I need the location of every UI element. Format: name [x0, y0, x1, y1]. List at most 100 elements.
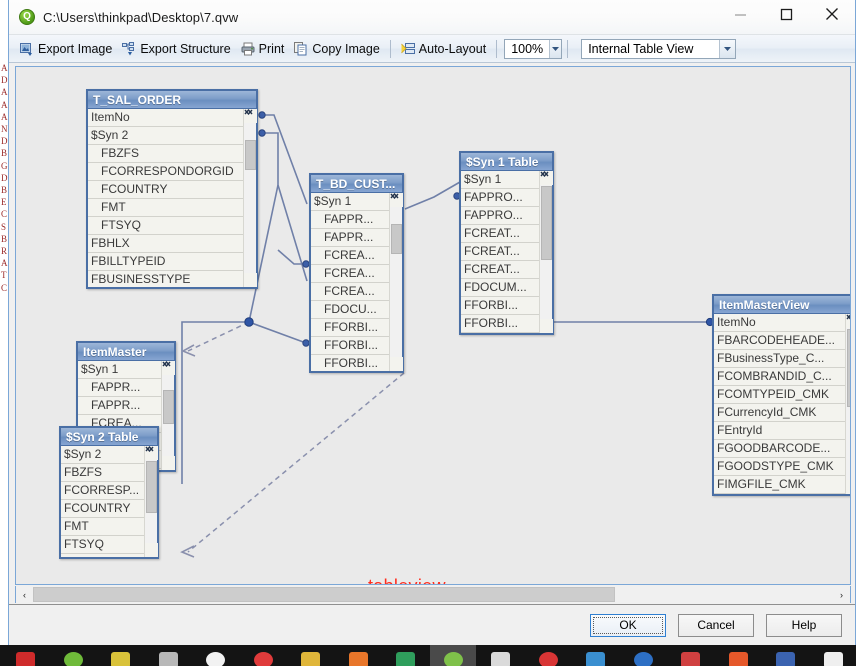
taskbar-item[interactable]	[382, 645, 429, 666]
scrollbar-thumb[interactable]	[145, 461, 157, 513]
table-title[interactable]: ItemMaster	[78, 343, 174, 361]
help-button[interactable]: Help	[766, 613, 842, 637]
ok-button[interactable]: OK	[590, 613, 666, 637]
table-field-row[interactable]: FEntryId	[714, 422, 845, 440]
scrollbar-track[interactable]	[145, 513, 158, 543]
table-box-t-sal-order[interactable]: T_SAL_ORDER ItemNo $Syn 2 FBZFS FCORRESPONDO…	[86, 89, 258, 289]
taskbar-item-active[interactable]	[429, 645, 476, 666]
table-field-row[interactable]: FBHLX	[88, 235, 243, 253]
table-field-row[interactable]: $Syn 1	[78, 361, 161, 379]
export-image-button[interactable]: Export Image	[15, 38, 117, 60]
table-field-row[interactable]: FBusinessType_C...	[714, 350, 845, 368]
table-vertical-scrollbar[interactable]	[539, 171, 553, 333]
cancel-button[interactable]: Cancel	[678, 613, 754, 637]
zoom-select[interactable]: 100%	[504, 38, 563, 59]
taskbar-item[interactable]	[192, 645, 239, 666]
table-field-row[interactable]: FAPPRO...	[461, 207, 539, 225]
taskbar-item[interactable]	[335, 645, 382, 666]
table-field-row[interactable]: FMT	[61, 518, 144, 536]
table-box-syn1-table[interactable]: $Syn 1 Table $Syn 1 FAPPRO... FAPPRO... FCRE…	[459, 151, 554, 335]
table-field-row[interactable]: FCREA...	[311, 265, 389, 283]
table-title[interactable]: T_BD_CUST...	[311, 175, 402, 193]
taskbar-item[interactable]	[240, 645, 287, 666]
taskbar-item[interactable]	[810, 645, 856, 666]
table-field-row[interactable]: $Syn 1	[461, 171, 539, 189]
table-field-row[interactable]: FMT	[88, 199, 243, 217]
table-field-row[interactable]: FAPPR...	[78, 379, 161, 397]
export-structure-button[interactable]: Export Structure	[117, 38, 235, 60]
table-field-row[interactable]: FCOUNTRY	[61, 500, 144, 518]
minimize-icon[interactable]	[717, 0, 763, 28]
scrollbar-track[interactable]	[846, 407, 851, 480]
taskbar-item[interactable]	[525, 645, 572, 666]
view-mode-select[interactable]: Internal Table View	[581, 38, 737, 59]
table-field-row[interactable]: FAPPR...	[311, 229, 389, 247]
table-field-row[interactable]: FIMGFILE_CMK	[714, 476, 845, 494]
chevron-down-icon[interactable]	[144, 446, 158, 557]
taskbar-item[interactable]	[97, 645, 144, 666]
table-field-row[interactable]: FGOODBARCODE...	[714, 440, 845, 458]
scrollbar-track[interactable]	[540, 260, 553, 319]
table-vertical-scrollbar[interactable]	[389, 193, 403, 371]
table-field-row[interactable]: FFORBI...	[311, 337, 389, 355]
scrollbar-thumb[interactable]	[244, 140, 256, 170]
scrollbar-thumb[interactable]	[390, 224, 402, 254]
scroll-left-icon[interactable]: ‹	[16, 586, 33, 603]
print-button[interactable]: Print	[236, 38, 290, 60]
table-field-row[interactable]: FFORBI...	[311, 319, 389, 337]
table-field-row[interactable]: ItemNo	[88, 109, 243, 127]
table-field-row[interactable]: FTSYQ	[88, 217, 243, 235]
table-field-row[interactable]: FCOMTYPEID_CMK	[714, 386, 845, 404]
scrollbar-track[interactable]	[244, 170, 257, 273]
table-field-row[interactable]: FAPPR...	[78, 397, 161, 415]
chevron-down-icon[interactable]	[549, 39, 562, 58]
table-field-row[interactable]: FCREAT...	[461, 261, 539, 279]
table-field-row[interactable]: FCOUNTRY	[88, 181, 243, 199]
taskbar-item[interactable]	[287, 645, 334, 666]
table-vertical-scrollbar[interactable]	[144, 446, 158, 557]
table-box-syn2-table[interactable]: $Syn 2 Table $Syn 2 FBZFS FCORRESP... FCOUNT…	[59, 426, 159, 559]
copy-image-button[interactable]: Copy Image	[289, 38, 384, 60]
hscroll-thumb[interactable]	[33, 587, 615, 602]
chevron-down-icon[interactable]	[389, 193, 403, 371]
table-field-list[interactable]: $Syn 1 FAPPRO... FAPPRO... FCREAT... FCREAT.…	[461, 171, 553, 333]
table-field-row[interactable]: FFORBI...	[311, 355, 389, 371]
table-field-row[interactable]: FAPPR...	[311, 211, 389, 229]
table-field-row[interactable]: FCurrencyId_CMK	[714, 404, 845, 422]
table-box-t-bd-cust[interactable]: T_BD_CUST... $Syn 1 FAPPR... FAPPR... FCREA.…	[309, 173, 404, 373]
table-field-row[interactable]: $Syn 2	[88, 127, 243, 145]
table-field-list[interactable]: ItemNo FBARCODEHEADE... FBusinessType_C...…	[714, 314, 851, 494]
scroll-right-icon[interactable]: ›	[833, 586, 850, 603]
table-field-row[interactable]: $Syn 2	[61, 446, 144, 464]
table-field-row[interactable]: $Syn 1	[311, 193, 389, 211]
close-icon[interactable]	[809, 0, 855, 28]
canvas-horizontal-scrollbar[interactable]: ‹ ›	[15, 586, 851, 603]
taskbar-item[interactable]	[2, 645, 49, 666]
chevron-down-icon[interactable]	[243, 109, 257, 287]
chevron-down-icon[interactable]	[161, 361, 175, 470]
table-title[interactable]: T_SAL_ORDER	[88, 91, 256, 109]
taskbar-item[interactable]	[477, 645, 524, 666]
table-field-row[interactable]: FCORRESPONDORGID	[88, 163, 243, 181]
table-title[interactable]: $Syn 2 Table	[61, 428, 157, 446]
hscroll-track[interactable]	[615, 587, 833, 602]
table-box-item-master-view[interactable]: ItemMasterView ItemNo FBARCODEHEADE... FBus…	[712, 294, 851, 496]
taskbar-item[interactable]	[667, 645, 714, 666]
diagram-canvas[interactable]: tableview T_SAL_ORDERItemNo$Syn 2FBZFSFC…	[15, 66, 851, 585]
maximize-icon[interactable]	[763, 0, 809, 28]
table-field-row[interactable]: ItemNo	[714, 314, 845, 332]
taskbar[interactable]	[0, 645, 856, 666]
table-field-row[interactable]: FFORBI...	[461, 315, 539, 333]
scrollbar-track[interactable]	[390, 254, 403, 357]
table-field-row[interactable]: FCREAT...	[461, 225, 539, 243]
taskbar-item[interactable]	[620, 645, 667, 666]
table-field-row[interactable]: FCREA...	[311, 247, 389, 265]
table-field-row[interactable]: FCORRESP...	[61, 482, 144, 500]
scrollbar-track[interactable]	[162, 424, 175, 456]
table-field-row[interactable]: FDOCUM...	[461, 279, 539, 297]
taskbar-item[interactable]	[50, 645, 97, 666]
scrollbar-thumb[interactable]	[162, 390, 174, 424]
table-vertical-scrollbar[interactable]	[161, 361, 175, 470]
scrollbar-thumb[interactable]	[846, 329, 850, 407]
table-field-list[interactable]: ItemNo $Syn 2 FBZFS FCORRESPONDORGID FCOUNTR…	[88, 109, 257, 287]
